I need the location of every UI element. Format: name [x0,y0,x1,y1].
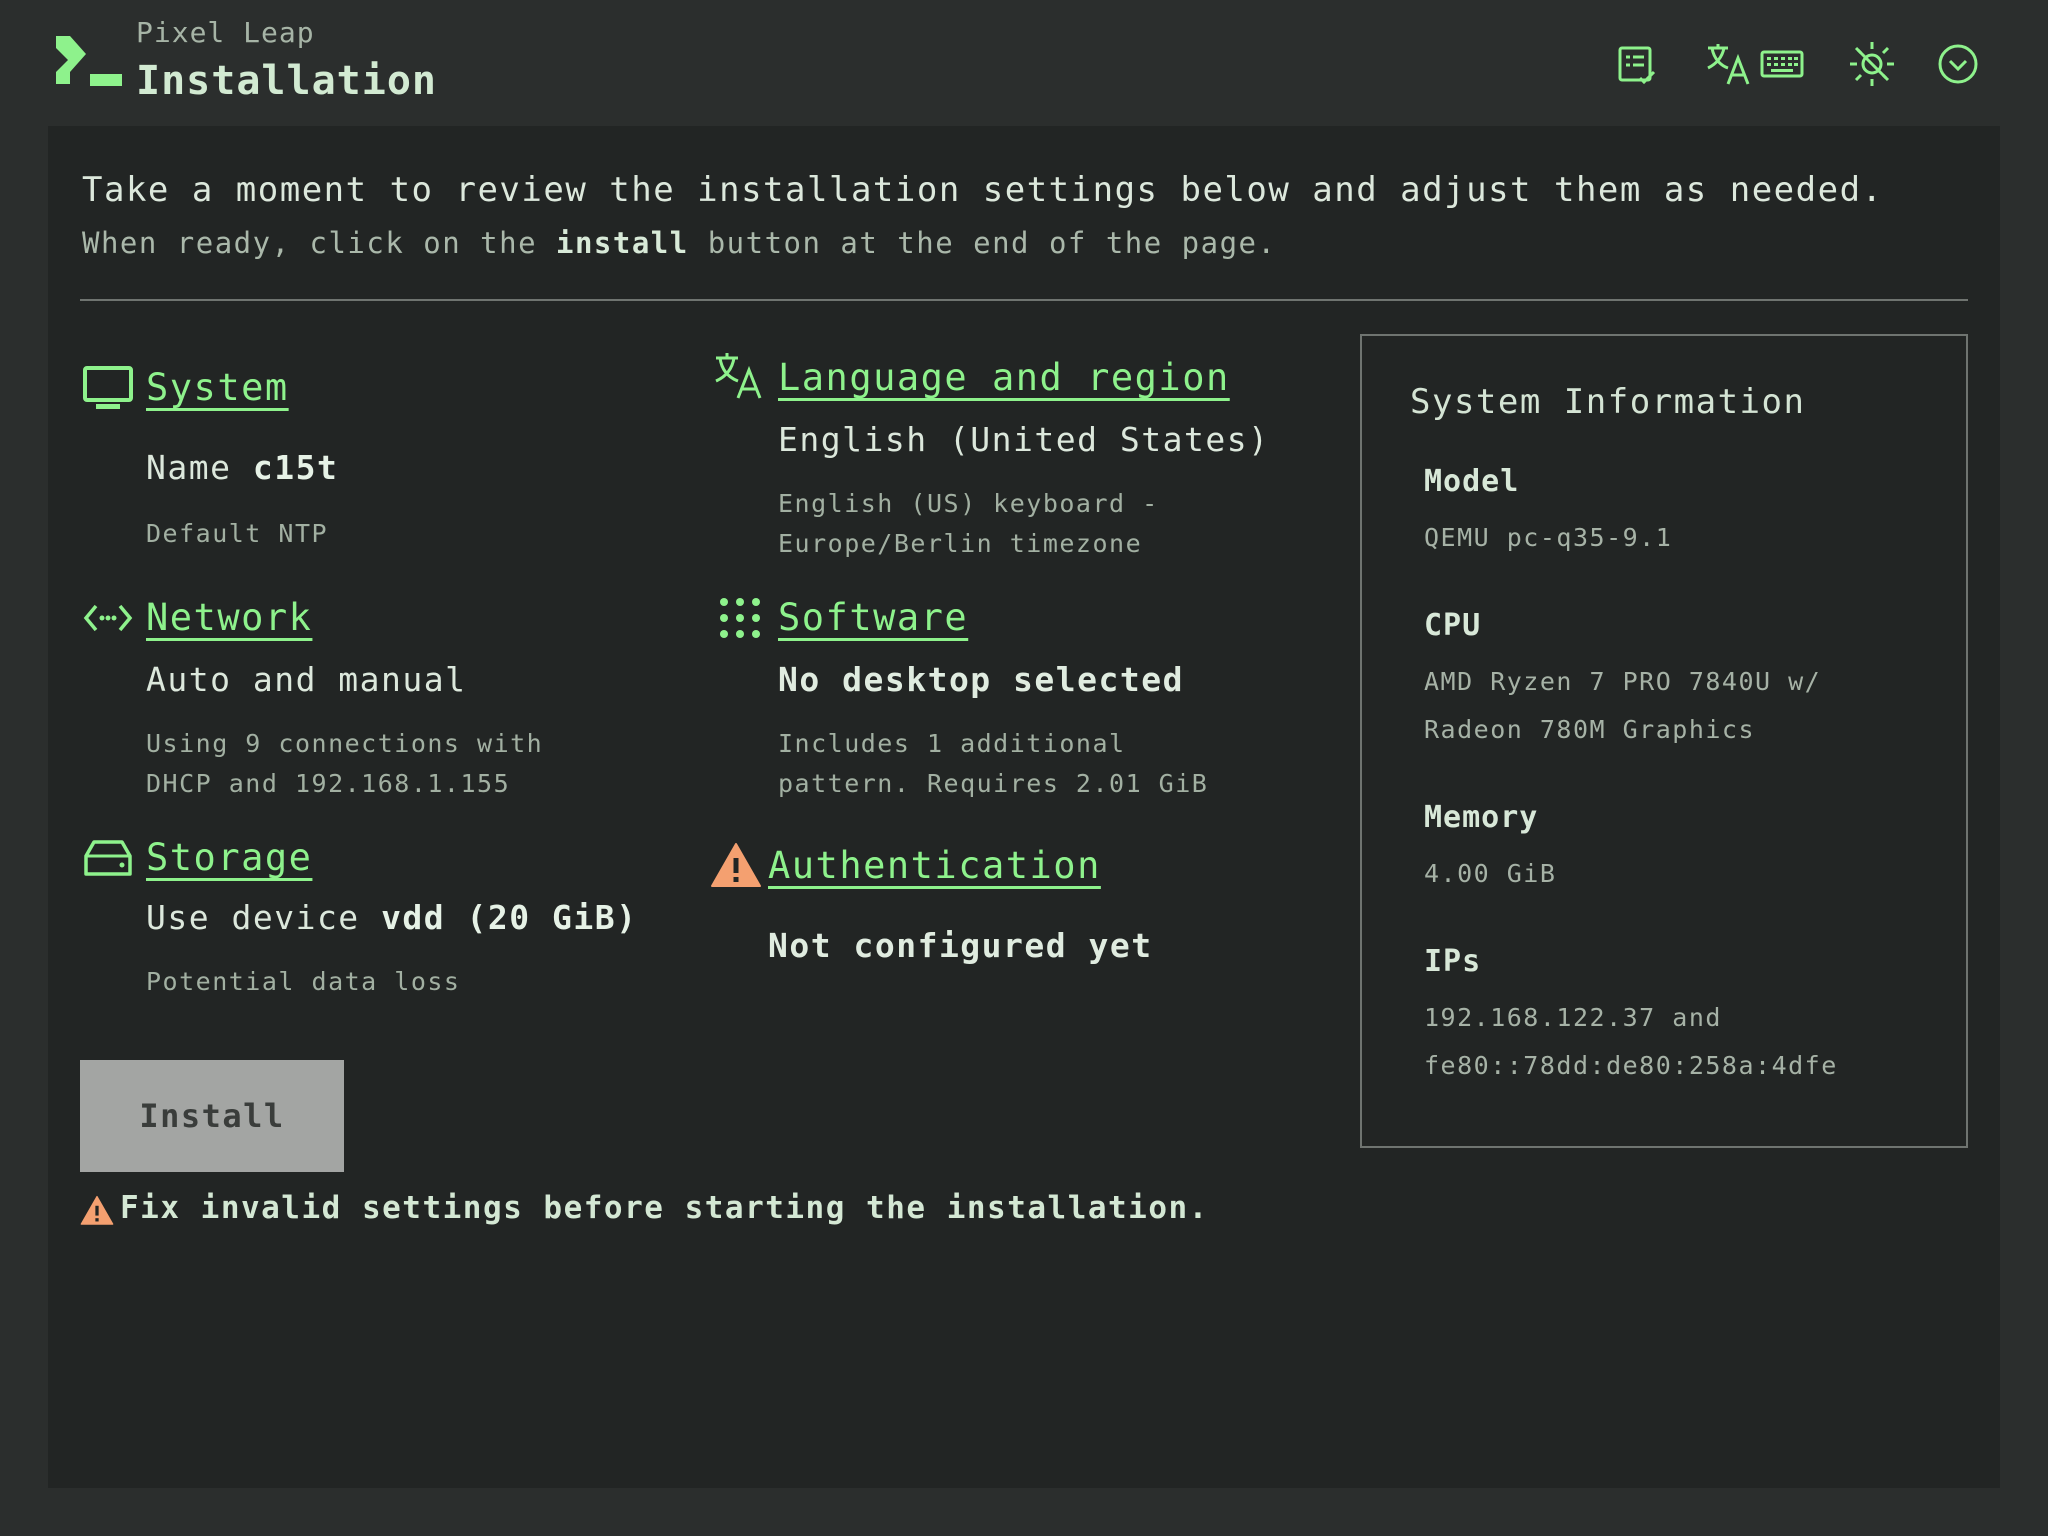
system-name: Name c15t [146,448,338,487]
memory-label: Memory [1424,800,1539,835]
network-link[interactable]: Network [146,596,312,639]
product-name: Pixel Leap [136,16,315,49]
page-title: Installation [136,58,437,104]
installer-options-icon[interactable] [1610,38,1662,90]
menu-icon[interactable] [1932,38,1984,90]
network-detail-line2: DHCP and 192.168.1.155 [146,769,511,798]
cpu-label: CPU [1424,608,1482,643]
language-icon[interactable] [1702,38,1754,90]
warning-icon [80,1194,114,1228]
apps-grid-icon [714,592,766,644]
cpu-value-line2: Radeon 780M Graphics [1424,715,1756,744]
intro-instruction-bold: install [556,226,689,260]
language-main: English (United States) [778,420,1270,459]
intro-instruction-prefix: When ready, click on the [82,226,538,260]
install-button[interactable]: Install [80,1060,344,1172]
network-main: Auto and manual [146,660,467,699]
network-icon [82,592,134,644]
main-panel: Take a moment to review the installation… [48,126,2000,1488]
storage-link[interactable]: Storage [146,836,312,879]
software-main: No desktop selected [778,660,1184,699]
memory-value: 4.00 GiB [1424,859,1557,888]
monitor-icon [82,362,134,414]
keyboard-icon[interactable] [1756,38,1808,90]
storage-main-prefix: Use device [146,898,360,937]
language-detail-line1: English (US) keyboard - [778,489,1159,518]
software-link[interactable]: Software [778,596,968,639]
system-detail: Default NTP [146,519,329,548]
logo-icon [52,34,124,94]
intro-instruction-suffix: button at the end of the page. [707,226,1277,260]
model-label: Model [1424,464,1520,499]
ips-value-line2: fe80::78dd:de80:258a:4dfe [1424,1051,1838,1080]
hard-drive-icon [82,832,134,884]
ips-label: IPs [1424,944,1482,979]
install-warning-text: Fix invalid settings before starting the… [120,1190,1209,1226]
system-name-label: Name [146,448,232,487]
authentication-main: Not configured yet [768,926,1153,965]
software-detail-line2: pattern. Requires 2.01 GiB [778,769,1209,798]
storage-main: Use device vdd (20 GiB) [146,898,637,937]
intro-text: Take a moment to review the installation… [82,170,1884,210]
storage-detail: Potential data loss [146,967,461,996]
system-name-value: c15t [252,448,339,487]
storage-device: vdd (20 GiB) [381,898,638,937]
cpu-value-line1: AMD Ryzen 7 PRO 7840U w/ [1424,667,1822,696]
software-detail-line1: Includes 1 additional [778,729,1126,758]
divider [80,299,1968,301]
authentication-link[interactable]: Authentication [768,844,1101,887]
system-link[interactable]: System [146,366,289,409]
theme-icon[interactable] [1846,38,1898,90]
language-and-region-link[interactable]: Language and region [778,356,1230,399]
warning-icon [710,840,762,892]
ips-value-line1: 192.168.122.37 and [1424,1003,1722,1032]
system-information-title: System Information [1410,382,1806,422]
intro-instruction: When ready, click on the install button … [82,226,1276,260]
model-value: QEMU pc-q35-9.1 [1424,523,1673,552]
language-detail-line2: Europe/Berlin timezone [778,529,1143,558]
system-information-panel: System Information Model QEMU pc-q35-9.1… [1360,334,1968,1148]
header: Pixel Leap Installation [0,0,2048,126]
network-detail-line1: Using 9 connections with [146,729,544,758]
language-section-icon [712,350,764,402]
